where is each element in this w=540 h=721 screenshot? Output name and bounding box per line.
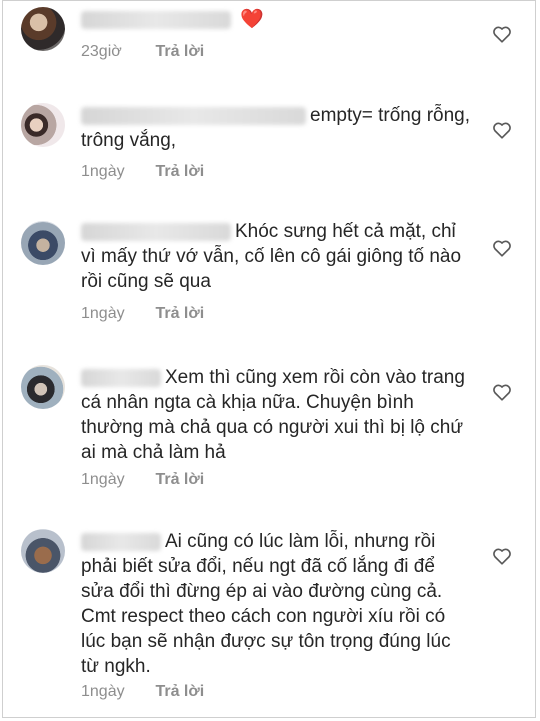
blurred-username <box>81 222 231 241</box>
blurred-username <box>81 532 161 551</box>
reply-button[interactable]: Trả lời <box>155 471 204 488</box>
comment-meta: 1ngày Trả lời <box>81 305 204 323</box>
blurred-username <box>81 106 306 125</box>
blurred-username <box>81 10 231 29</box>
comment-meta: 1ngày Trả lời <box>81 471 204 489</box>
comment-text: ❤️ <box>81 7 471 32</box>
heart-icon[interactable] <box>491 119 513 141</box>
reply-button[interactable]: Trả lời <box>155 43 204 60</box>
heart-icon[interactable] <box>491 381 513 403</box>
avatar[interactable] <box>21 365 65 409</box>
comment-text: empty= trống rỗng, trông vắng, <box>81 103 471 153</box>
reply-button[interactable]: Trả lời <box>155 683 204 700</box>
comment-time: 1ngày <box>81 683 125 700</box>
avatar[interactable] <box>21 221 65 265</box>
comment-meta: 1ngày Trả lời <box>81 683 204 701</box>
comment-time: 1ngày <box>81 471 125 488</box>
comment-text: Xem thì cũng xem rồi còn vào trang cá nh… <box>81 365 471 465</box>
comment-text: Ai cũng có lúc làm lỗi, nhưng rồi phải b… <box>81 529 471 679</box>
reply-button[interactable]: Trả lời <box>155 305 204 322</box>
blurred-username <box>81 368 161 387</box>
red-heart-emoji: ❤️ <box>240 9 264 30</box>
comment-time: 1ngày <box>81 305 125 322</box>
avatar[interactable] <box>21 103 65 147</box>
comment-body: Ai cũng có lúc làm lỗi, nhưng rồi phải b… <box>81 531 451 677</box>
comment-time: 1ngày <box>81 163 125 180</box>
comments-panel: ❤️ 23giờ Trả lời empty= trống rỗng, trôn… <box>2 0 536 718</box>
avatar[interactable] <box>21 529 65 573</box>
avatar[interactable] <box>21 7 65 51</box>
reply-button[interactable]: Trả lời <box>155 163 204 180</box>
heart-icon[interactable] <box>491 545 513 567</box>
comment-time: 23giờ <box>81 43 122 60</box>
comment-meta: 1ngày Trả lời <box>81 163 204 181</box>
comment-meta: 23giờ Trả lời <box>81 43 204 61</box>
heart-icon[interactable] <box>491 237 513 259</box>
comment-text: Khóc sưng hết cả mặt, chỉ vì mấy thứ vớ … <box>81 219 471 294</box>
heart-icon[interactable] <box>491 23 513 45</box>
